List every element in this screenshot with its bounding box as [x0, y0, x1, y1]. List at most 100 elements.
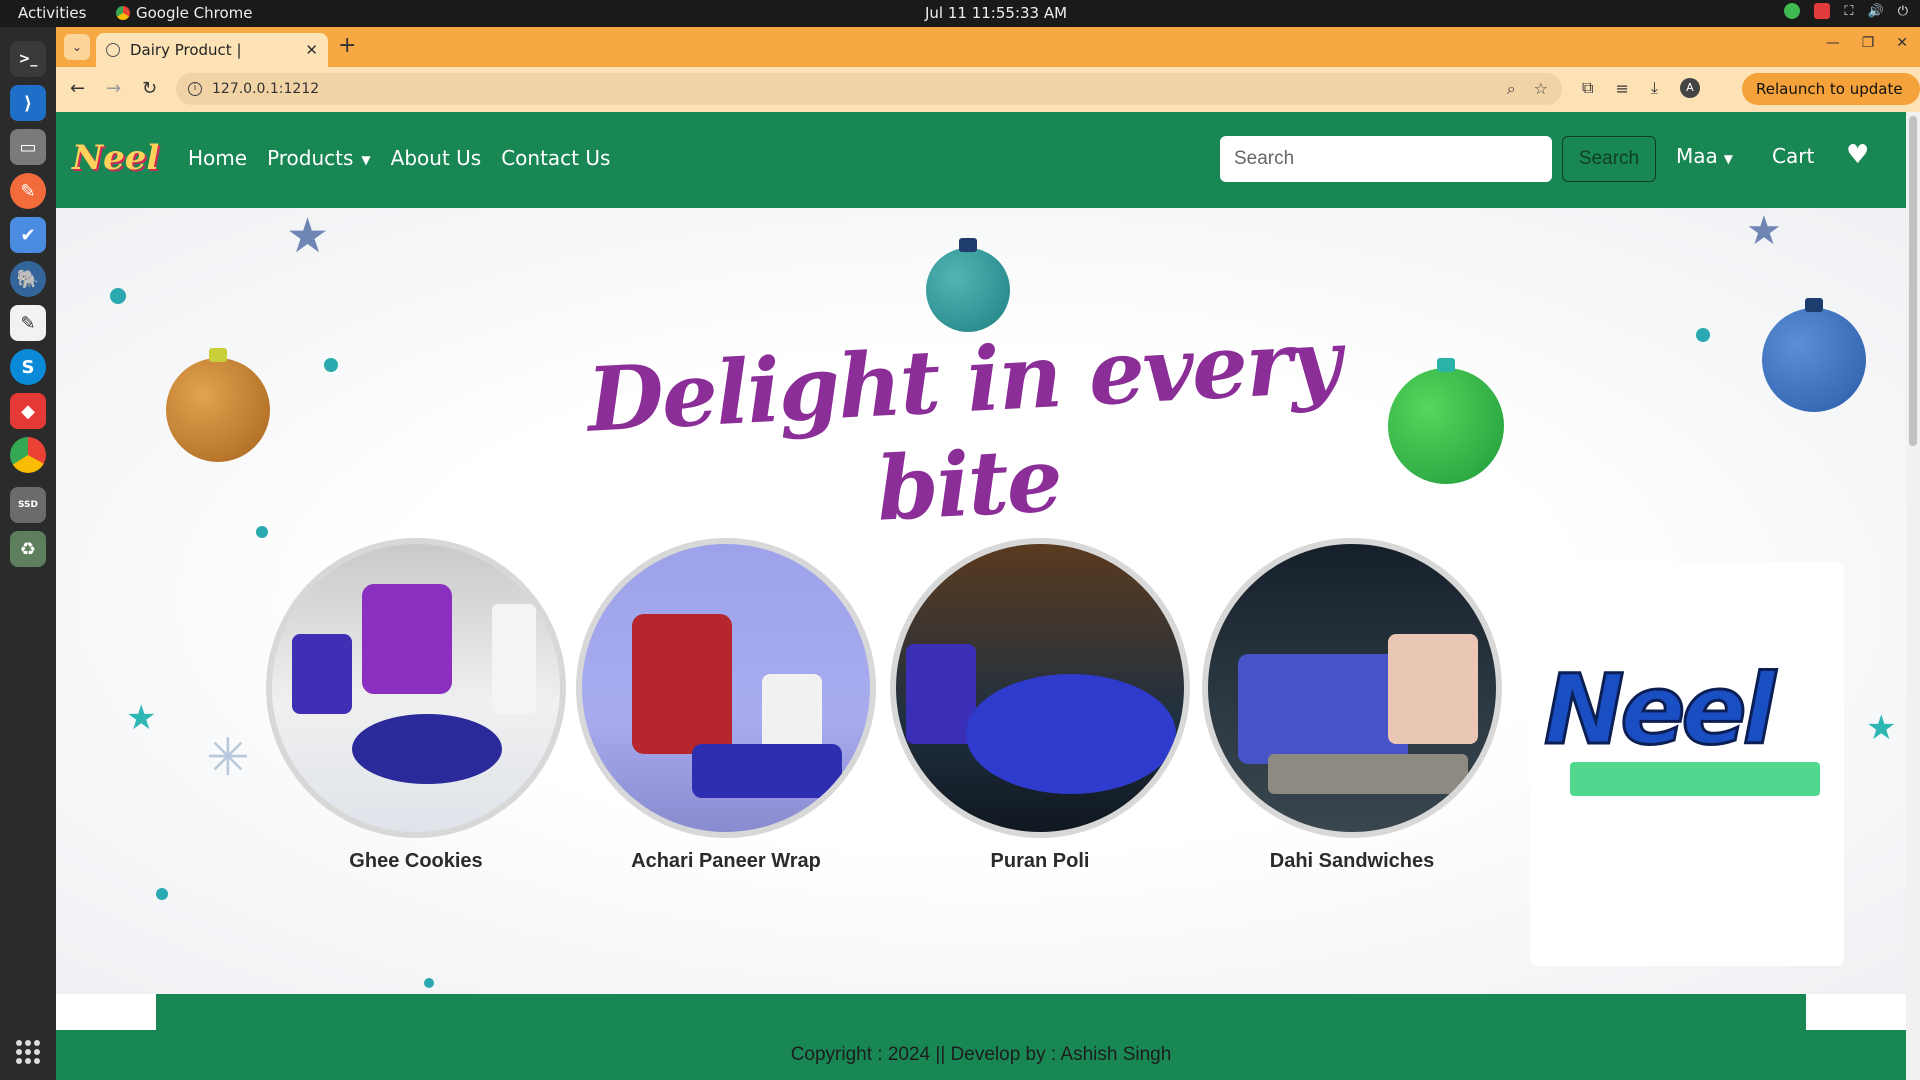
- ornament-decoration: [1388, 358, 1504, 484]
- browser-tab-active[interactable]: Dairy Product | ✕: [96, 33, 328, 67]
- tasks-icon[interactable]: ✔: [10, 217, 46, 253]
- relaunch-label: Relaunch to update: [1756, 80, 1903, 98]
- nav-products-label: Products: [267, 146, 354, 170]
- reload-icon[interactable]: ↻: [142, 78, 157, 99]
- clock[interactable]: Jul 11 11:55:33 AM: [925, 4, 1067, 22]
- extensions-icon[interactable]: ⧉: [1582, 78, 1593, 98]
- anydesk-icon[interactable]: ◆: [10, 393, 46, 429]
- star-decoration: ★: [1866, 708, 1897, 748]
- snowflake-decoration: ✳: [206, 728, 250, 788]
- volume-icon[interactable]: 🔊: [1868, 4, 1884, 19]
- caret-down-icon: ▼: [1723, 152, 1734, 166]
- vscode-icon[interactable]: ⟩: [10, 85, 46, 121]
- network-icon[interactable]: ⛶: [1844, 4, 1853, 19]
- minimize-icon[interactable]: —: [1826, 35, 1840, 51]
- browser-tab-strip: ⌄ Dairy Product | ✕ + — ❐ ✕: [56, 27, 1920, 67]
- postgres-icon[interactable]: 🐘: [10, 261, 46, 297]
- skype-icon[interactable]: S: [10, 349, 46, 385]
- bookmark-star-icon[interactable]: ☆: [1534, 79, 1548, 99]
- dock: >_ ⟩ ▭ ✎ ✔ 🐘 ✎ S ◆ SSD ♻: [0, 27, 56, 1080]
- dish-name: Puran Poli: [990, 850, 1090, 872]
- activities-button[interactable]: Activities: [18, 4, 86, 22]
- power-icon[interactable]: ⏻: [1898, 4, 1908, 19]
- ornament-decoration: [926, 238, 1010, 332]
- window-controls: — ❐ ✕: [1826, 35, 1908, 51]
- dish-name: Achari Paneer Wrap: [631, 850, 821, 872]
- hero-banner: ★ ★ ★ ★ ★ ✳ Delight in every bite Ghee C…: [56, 208, 1906, 994]
- address-bar[interactable]: i 127.0.0.1:1212 ⌕ ☆: [176, 73, 1562, 105]
- berry-decoration: [424, 978, 434, 988]
- nav-about[interactable]: About Us: [391, 146, 482, 170]
- dish-card[interactable]: Achari Paneer Wrap: [576, 538, 876, 873]
- update-indicator-icon[interactable]: [1784, 3, 1801, 19]
- nav-products[interactable]: Products ▼: [267, 146, 371, 170]
- globe-icon: [106, 43, 120, 57]
- dish-name: Dahi Sandwiches: [1269, 850, 1435, 872]
- nav-home[interactable]: Home: [188, 146, 247, 170]
- media-queue-icon[interactable]: ≡: [1615, 79, 1628, 98]
- system-top-bar: Activities Google Chrome Jul 11 11:55:33…: [0, 0, 1920, 27]
- berry-decoration: [324, 358, 338, 372]
- berry-decoration: [110, 288, 126, 304]
- close-tab-icon[interactable]: ✕: [305, 41, 318, 59]
- copyright-text: Copyright : 2024 || Develop by : Ashish …: [790, 1044, 1172, 1065]
- dish-image: [266, 538, 566, 838]
- dish-card[interactable]: Puran Poli: [890, 538, 1190, 873]
- berry-decoration: [1696, 328, 1710, 342]
- search-input[interactable]: [1220, 136, 1552, 182]
- search-button[interactable]: Search: [1562, 136, 1656, 182]
- active-app-menu[interactable]: Google Chrome: [116, 4, 253, 22]
- brand-logo[interactable]: Neel: [72, 138, 159, 178]
- files-icon[interactable]: ▭: [10, 129, 46, 165]
- ssd-drive-icon[interactable]: SSD: [10, 487, 46, 523]
- star-decoration: ★: [126, 698, 157, 738]
- footer-gap-right: [1806, 994, 1906, 1030]
- system-tray[interactable]: ⛶ 🔊 ⏻: [1784, 3, 1908, 19]
- nav-contact[interactable]: Contact Us: [501, 146, 610, 170]
- maximize-icon[interactable]: ❐: [1862, 35, 1875, 51]
- user-name: Maa: [1676, 144, 1718, 168]
- footer-gap-left: [56, 994, 156, 1030]
- browser-toolbar: ← → ↻ i 127.0.0.1:1212 ⌕ ☆ ⧉ ≡ ⤓ A Relau…: [56, 67, 1920, 130]
- postman-icon[interactable]: ✎: [10, 173, 46, 209]
- page-scrollbar[interactable]: [1906, 112, 1920, 1080]
- trash-icon[interactable]: ♻: [10, 531, 46, 567]
- site-info-icon[interactable]: i: [188, 82, 202, 96]
- new-tab-icon[interactable]: +: [338, 33, 356, 58]
- caret-down-icon: ▼: [361, 152, 371, 167]
- wishlist-heart-icon[interactable]: ♥: [1846, 140, 1869, 170]
- logo-band: [1570, 762, 1820, 796]
- chrome-dock-icon[interactable]: [10, 437, 46, 473]
- profile-avatar[interactable]: A: [1679, 78, 1700, 98]
- dish-card[interactable]: Dahi Sandwiches: [1202, 538, 1502, 873]
- site-footer: Copyright : 2024 || Develop by : Ashish …: [56, 994, 1906, 1080]
- hero-headline: Delight in every bite: [584, 308, 1342, 541]
- dish-image: [890, 538, 1190, 838]
- ornament-decoration: [1762, 298, 1866, 412]
- downloads-icon[interactable]: ⤓: [1651, 78, 1658, 98]
- tab-search-button[interactable]: ⌄: [64, 34, 90, 60]
- back-icon[interactable]: ←: [70, 78, 85, 99]
- tab-title: Dairy Product |: [130, 41, 242, 59]
- nav-links: Home Products ▼ About Us Contact Us: [188, 146, 610, 170]
- url-text[interactable]: 127.0.0.1:1212: [212, 81, 319, 97]
- brand-logo-card: Neel: [1530, 562, 1844, 966]
- forward-icon[interactable]: →: [106, 78, 121, 99]
- neel-logo: Neel: [1542, 653, 1776, 768]
- close-window-icon[interactable]: ✕: [1896, 35, 1908, 51]
- show-apps-icon[interactable]: [16, 1040, 40, 1064]
- text-editor-icon[interactable]: ✎: [10, 305, 46, 341]
- dish-image: [576, 538, 876, 838]
- star-decoration: ★: [1746, 208, 1782, 254]
- app-indicator-icon[interactable]: [1814, 3, 1831, 19]
- terminal-icon[interactable]: >_: [10, 41, 46, 77]
- ornament-decoration: [166, 348, 270, 462]
- zoom-icon[interactable]: ⌕: [1507, 79, 1516, 99]
- dish-card[interactable]: Ghee Cookies: [266, 538, 566, 873]
- scrollbar-thumb[interactable]: [1909, 116, 1917, 446]
- relaunch-button[interactable]: Relaunch to update ⋮: [1742, 73, 1920, 130]
- cart-link[interactable]: Cart: [1772, 144, 1814, 168]
- user-dropdown[interactable]: Maa ▼: [1676, 144, 1733, 168]
- site-navbar: Neel Home Products ▼ About Us Contact Us …: [56, 112, 1906, 208]
- dish-name: Ghee Cookies: [349, 850, 483, 872]
